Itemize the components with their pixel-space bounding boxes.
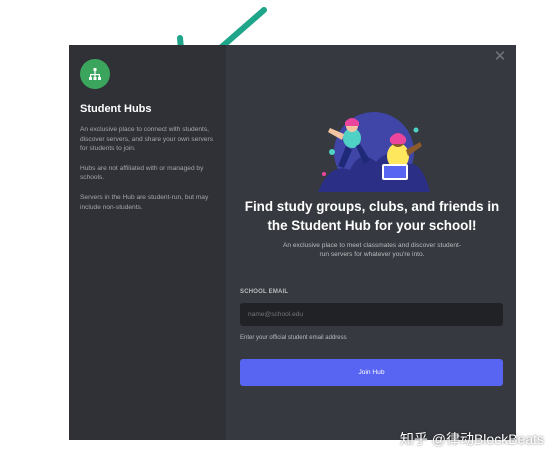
watermark: 知乎 @律动BlockBeats [400, 429, 544, 449]
school-email-label: SCHOOL EMAIL [240, 289, 289, 295]
modal-main: ✕ Find study groups, clubs, and friends … [226, 45, 516, 440]
join-hub-button[interactable]: Join Hub [240, 359, 503, 386]
students-illustration [318, 112, 430, 192]
hub-icon [80, 59, 110, 89]
sidebar-paragraph-1: An exclusive place to connect with stude… [80, 126, 214, 153]
sidebar-paragraph-2: Hubs are not affiliated with or managed … [80, 164, 204, 182]
modal-sidebar: Student Hubs An exclusive place to conne… [69, 45, 226, 440]
close-icon[interactable]: ✕ [492, 49, 508, 65]
subtext: An exclusive place to meet classmates an… [282, 242, 462, 259]
screenshot-stage: Student Hubs An exclusive place to conne… [0, 0, 556, 464]
sidebar-paragraph-3: Servers in the Hub are student-run, but … [80, 193, 209, 211]
student-hub-modal: Student Hubs An exclusive place to conne… [69, 45, 516, 440]
email-help-text: Enter your official student email addres… [240, 335, 347, 341]
sidebar-title: Student Hubs [80, 103, 152, 115]
headline: Find study groups, clubs, and friends in… [244, 199, 500, 233]
school-email-input[interactable] [240, 303, 503, 326]
watermark-text: 知乎 @律动BlockBeats [399, 431, 544, 447]
